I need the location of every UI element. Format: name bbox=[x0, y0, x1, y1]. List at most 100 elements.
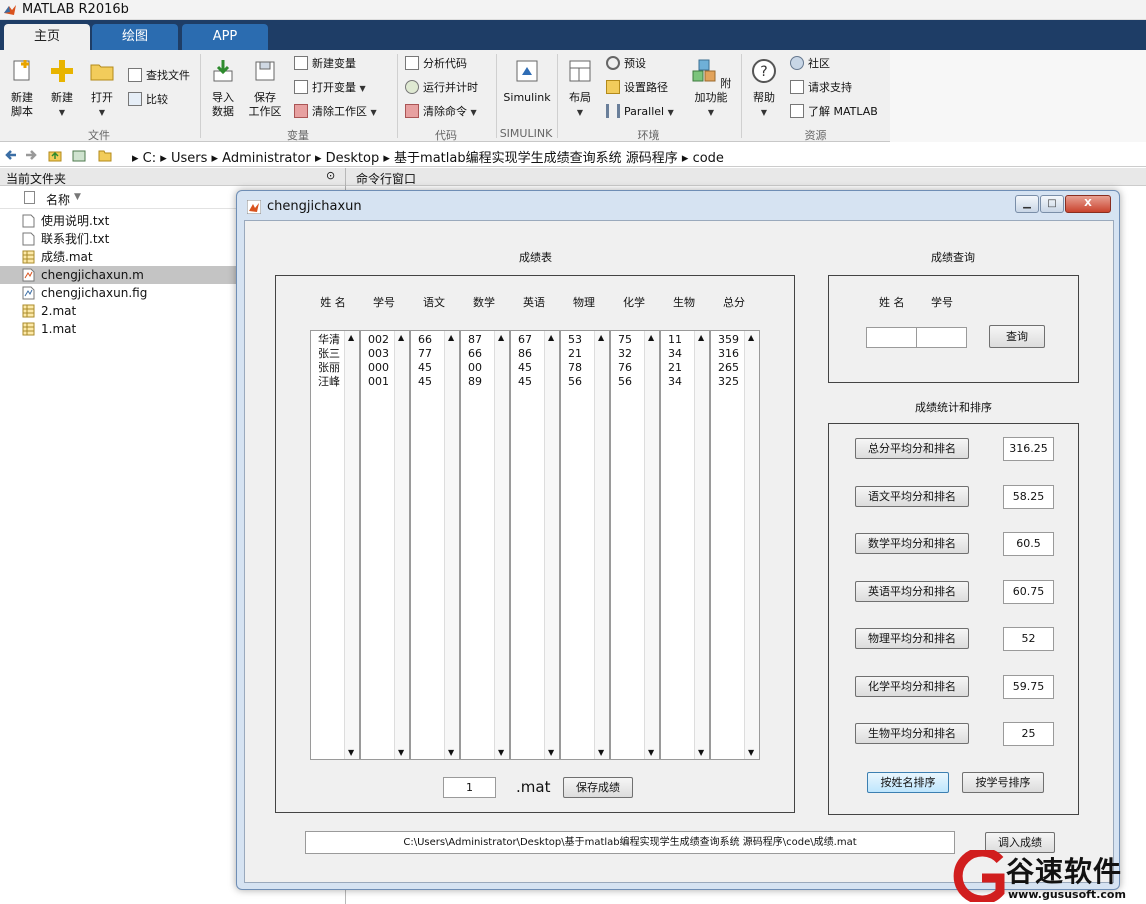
scroll-up-icon[interactable]: ▲ bbox=[348, 333, 354, 342]
total-average-rank-button[interactable]: 总分平均分和排名 bbox=[855, 438, 969, 459]
listbox-scrollbar[interactable]: ▲ ▼ bbox=[344, 331, 359, 759]
breadcrumb-item[interactable]: Administrator bbox=[222, 151, 311, 166]
breadcrumb-item[interactable]: 基于matlab编程实现学生成绩查询系统 源码程序 bbox=[394, 151, 678, 166]
panel-menu-icon[interactable]: ⊙ bbox=[326, 169, 335, 182]
scroll-up-icon[interactable]: ▲ bbox=[648, 333, 654, 342]
scroll-up-icon[interactable]: ▲ bbox=[698, 333, 704, 342]
close-button[interactable]: X bbox=[1065, 195, 1111, 213]
addons-button[interactable]: 附加功能 ▼ bbox=[686, 58, 736, 120]
sort-by-name-button[interactable]: 按姓名排序 bbox=[867, 772, 949, 793]
save-scores-button[interactable]: 保存成绩 bbox=[563, 777, 633, 798]
biology-average-value[interactable]: 25 bbox=[1003, 722, 1054, 746]
scroll-down-icon[interactable]: ▼ bbox=[398, 748, 404, 757]
breadcrumb-item[interactable]: code bbox=[693, 151, 724, 166]
biology-score-listbox[interactable]: 11 34 21 34 ▲ ▼ bbox=[660, 330, 710, 760]
scroll-down-icon[interactable]: ▼ bbox=[498, 748, 504, 757]
maximize-button[interactable]: □ bbox=[1040, 195, 1064, 213]
scroll-down-icon[interactable]: ▼ bbox=[598, 748, 604, 757]
chemistry-average-value[interactable]: 59.75 bbox=[1003, 675, 1054, 699]
english-score-listbox[interactable]: 67 86 45 45 ▲ ▼ bbox=[510, 330, 560, 760]
chinese-average-rank-button[interactable]: 语文平均分和排名 bbox=[855, 486, 969, 507]
listbox-scrollbar[interactable]: ▲ ▼ bbox=[594, 331, 609, 759]
student-id-listbox[interactable]: 002 003 000 001 ▲ ▼ bbox=[360, 330, 410, 760]
back-arrow-icon[interactable] bbox=[4, 148, 18, 162]
analyze-code-button[interactable]: 分析代码 bbox=[405, 56, 467, 72]
new-script-button[interactable]: 新建 脚本 bbox=[4, 58, 40, 119]
tab-apps[interactable]: APP bbox=[182, 24, 268, 50]
help-button[interactable]: ? 帮助 ▼ bbox=[748, 58, 780, 120]
scroll-up-icon[interactable]: ▲ bbox=[448, 333, 454, 342]
set-path-button[interactable]: 设置路径 bbox=[606, 80, 668, 96]
chinese-average-value[interactable]: 58.25 bbox=[1003, 485, 1054, 509]
listbox-scrollbar[interactable]: ▲ ▼ bbox=[644, 331, 659, 759]
new-button[interactable]: 新建 ▼ bbox=[46, 58, 78, 120]
biology-average-rank-button[interactable]: 生物平均分和排名 bbox=[855, 723, 969, 744]
scroll-down-icon[interactable]: ▼ bbox=[348, 748, 354, 757]
run-and-time-button[interactable]: 运行并计时 bbox=[405, 80, 478, 96]
scroll-down-icon[interactable]: ▼ bbox=[648, 748, 654, 757]
scroll-down-icon[interactable]: ▼ bbox=[748, 748, 754, 757]
physics-score-listbox[interactable]: 53 21 78 56 ▲ ▼ bbox=[560, 330, 610, 760]
physics-average-value[interactable]: 52 bbox=[1003, 627, 1054, 651]
request-support-button[interactable]: 请求支持 bbox=[790, 80, 852, 96]
chemistry-score-listbox[interactable]: 75 32 76 56 ▲ ▼ bbox=[610, 330, 660, 760]
scroll-down-icon[interactable]: ▼ bbox=[548, 748, 554, 757]
listbox-scrollbar[interactable]: ▲ ▼ bbox=[494, 331, 509, 759]
new-variable-button[interactable]: 新建变量 bbox=[294, 56, 356, 72]
scroll-up-icon[interactable]: ▲ bbox=[748, 333, 754, 342]
clear-commands-button[interactable]: 清除命令 ▼ bbox=[405, 104, 477, 121]
listbox-scrollbar[interactable]: ▲ ▼ bbox=[744, 331, 759, 759]
listbox-scrollbar[interactable]: ▲ ▼ bbox=[544, 331, 559, 759]
parallel-button[interactable]: Parallel ▼ bbox=[606, 104, 674, 121]
scroll-up-icon[interactable]: ▲ bbox=[548, 333, 554, 342]
chemistry-average-rank-button[interactable]: 化学平均分和排名 bbox=[855, 676, 969, 697]
forward-arrow-icon[interactable] bbox=[24, 148, 38, 162]
layout-button[interactable]: 布局 ▼ bbox=[564, 58, 596, 120]
breadcrumb-item[interactable]: C: bbox=[143, 151, 156, 166]
community-button[interactable]: 社区 bbox=[790, 56, 830, 72]
simulink-button[interactable]: Simulink bbox=[502, 58, 552, 105]
open-button[interactable]: 打开 ▼ bbox=[86, 58, 118, 120]
listbox-scrollbar[interactable]: ▲ ▼ bbox=[694, 331, 709, 759]
up-folder-icon[interactable] bbox=[48, 148, 62, 162]
compare-button[interactable]: 比较 bbox=[128, 92, 168, 108]
save-workspace-button[interactable]: 保存 工作区 bbox=[246, 58, 284, 119]
name-column-header[interactable]: 名称 bbox=[46, 191, 70, 208]
physics-average-rank-button[interactable]: 物理平均分和排名 bbox=[855, 628, 969, 649]
name-listbox[interactable]: 华清 张三 张丽 汪峰 ▲ ▼ bbox=[310, 330, 360, 760]
learn-matlab-button[interactable]: 了解 MATLAB bbox=[790, 104, 878, 120]
find-files-button[interactable]: 查找文件 bbox=[128, 68, 190, 84]
breadcrumb-item[interactable]: Users bbox=[171, 151, 207, 166]
math-average-rank-button[interactable]: 数学平均分和排名 bbox=[855, 533, 969, 554]
total-average-value[interactable]: 316.25 bbox=[1003, 437, 1054, 461]
minimize-button[interactable]: ▁ bbox=[1015, 195, 1039, 213]
scroll-down-icon[interactable]: ▼ bbox=[698, 748, 704, 757]
math-score-listbox[interactable]: 87 66 00 89 ▲ ▼ bbox=[460, 330, 510, 760]
scroll-down-icon[interactable]: ▼ bbox=[448, 748, 454, 757]
scroll-up-icon[interactable]: ▲ bbox=[598, 333, 604, 342]
query-id-input[interactable] bbox=[916, 327, 967, 348]
sort-by-id-button[interactable]: 按学号排序 bbox=[962, 772, 1044, 793]
chinese-score-listbox[interactable]: 66 77 45 45 ▲ ▼ bbox=[410, 330, 460, 760]
clear-workspace-button[interactable]: 清除工作区 ▼ bbox=[294, 104, 377, 121]
query-name-input[interactable] bbox=[866, 327, 917, 348]
english-average-rank-button[interactable]: 英语平均分和排名 bbox=[855, 581, 969, 602]
total-score-listbox[interactable]: 359 316 265 325 ▲ ▼ bbox=[710, 330, 760, 760]
file-index-input[interactable]: 1 bbox=[443, 777, 496, 798]
scroll-up-icon[interactable]: ▲ bbox=[498, 333, 504, 342]
open-variable-button[interactable]: 打开变量 ▼ bbox=[294, 80, 366, 97]
browse-folder-icon[interactable] bbox=[72, 148, 86, 162]
tab-home[interactable]: 主页 bbox=[4, 24, 90, 50]
english-average-value[interactable]: 60.75 bbox=[1003, 580, 1054, 604]
breadcrumb-item[interactable]: Desktop bbox=[326, 151, 380, 166]
data-path-input[interactable]: C:\Users\Administrator\Desktop\基于matlab编… bbox=[305, 831, 955, 854]
query-button[interactable]: 查询 bbox=[989, 325, 1045, 348]
listbox-scrollbar[interactable]: ▲ ▼ bbox=[444, 331, 459, 759]
tab-plots[interactable]: 绘图 bbox=[92, 24, 178, 50]
math-average-value[interactable]: 60.5 bbox=[1003, 532, 1054, 556]
scroll-up-icon[interactable]: ▲ bbox=[398, 333, 404, 342]
import-data-button[interactable]: 导入 数据 bbox=[206, 58, 240, 119]
listbox-scrollbar[interactable]: ▲ ▼ bbox=[394, 331, 409, 759]
preferences-button[interactable]: 预设 bbox=[606, 56, 646, 72]
sort-caret-icon[interactable]: ▼ bbox=[74, 192, 81, 202]
